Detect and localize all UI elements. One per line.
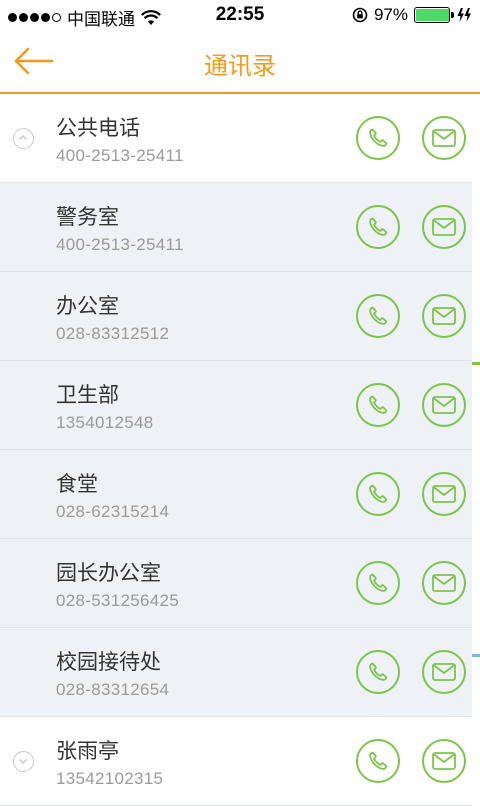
charging-icon	[457, 8, 471, 22]
contact-row[interactable]: 食堂 028-62315214	[0, 450, 472, 539]
nav-bar: 通讯录	[0, 30, 480, 94]
call-button[interactable]	[356, 650, 400, 694]
contact-phone: 028-83312512	[56, 324, 170, 343]
status-bar: 中国联通 22:55 97%	[0, 0, 480, 30]
scroll-indicator-blue	[472, 654, 480, 657]
battery-icon	[414, 7, 454, 23]
message-button[interactable]	[422, 739, 466, 783]
phone-icon	[366, 215, 390, 239]
envelope-icon	[431, 217, 457, 237]
contact-phone: 028-62315214	[56, 502, 170, 521]
phone-icon	[366, 393, 390, 417]
contact-row[interactable]: 警务室 400-2513-25411	[0, 183, 472, 272]
envelope-icon	[431, 484, 457, 504]
call-button[interactable]	[356, 205, 400, 249]
phone-icon	[366, 304, 390, 328]
contact-row[interactable]: 办公室 028-83312512	[0, 272, 472, 361]
contact-name: 园长办公室	[56, 561, 161, 585]
contact-name: 公共电话	[56, 116, 140, 140]
call-button[interactable]	[356, 472, 400, 516]
expand-toggle-icon[interactable]	[13, 751, 34, 772]
contact-phone: 400-2513-25411	[56, 235, 184, 254]
battery-percent: 97%	[373, 5, 408, 24]
contact-row[interactable]: 公共电话 400-2513-25411	[0, 94, 472, 183]
contact-name: 卫生部	[56, 383, 119, 407]
phone-icon	[366, 571, 390, 595]
contact-phone: 028-83312654	[56, 680, 170, 699]
envelope-icon	[431, 128, 457, 148]
page-title: 通讯录	[204, 52, 276, 80]
message-button[interactable]	[422, 472, 466, 516]
phone-icon	[366, 126, 390, 150]
phone-icon	[366, 749, 390, 773]
call-button[interactable]	[356, 294, 400, 338]
contact-list: 公共电话 400-2513-25411 警务室 400-2513-25411 办公室 02…	[0, 94, 472, 806]
call-button[interactable]	[356, 116, 400, 160]
contact-name: 校园接待处	[56, 650, 161, 674]
status-right: 97%	[352, 5, 472, 25]
contact-row[interactable]: 园长办公室 028-531256425	[0, 539, 472, 628]
envelope-icon	[431, 573, 457, 593]
expand-toggle-icon[interactable]	[13, 128, 34, 149]
message-button[interactable]	[422, 116, 466, 160]
contact-name: 食堂	[56, 472, 98, 496]
envelope-icon	[431, 751, 457, 771]
contact-name: 警务室	[56, 205, 119, 229]
message-button[interactable]	[422, 294, 466, 338]
envelope-icon	[431, 306, 457, 326]
contact-row[interactable]: 张雨亭 13542102315	[0, 717, 472, 806]
envelope-icon	[431, 662, 457, 682]
contact-row[interactable]: 卫生部 1354012548	[0, 361, 472, 450]
phone-icon	[366, 482, 390, 506]
contact-name: 张雨亭	[56, 739, 119, 763]
contact-phone: 028-531256425	[56, 591, 180, 610]
message-button[interactable]	[422, 205, 466, 249]
contact-name: 办公室	[56, 294, 119, 318]
scrollbar[interactable]	[472, 94, 480, 800]
phone-icon	[366, 660, 390, 684]
message-button[interactable]	[422, 383, 466, 427]
call-button[interactable]	[356, 739, 400, 783]
contact-phone: 13542102315	[56, 769, 164, 788]
contact-phone: 400-2513-25411	[56, 146, 184, 165]
contact-row[interactable]: 校园接待处 028-83312654	[0, 628, 472, 717]
contact-phone: 1354012548	[56, 413, 154, 432]
call-button[interactable]	[356, 561, 400, 605]
scroll-indicator-green	[472, 362, 480, 365]
message-button[interactable]	[422, 650, 466, 694]
envelope-icon	[431, 395, 457, 415]
rotation-lock-icon	[352, 7, 368, 23]
message-button[interactable]	[422, 561, 466, 605]
call-button[interactable]	[356, 383, 400, 427]
